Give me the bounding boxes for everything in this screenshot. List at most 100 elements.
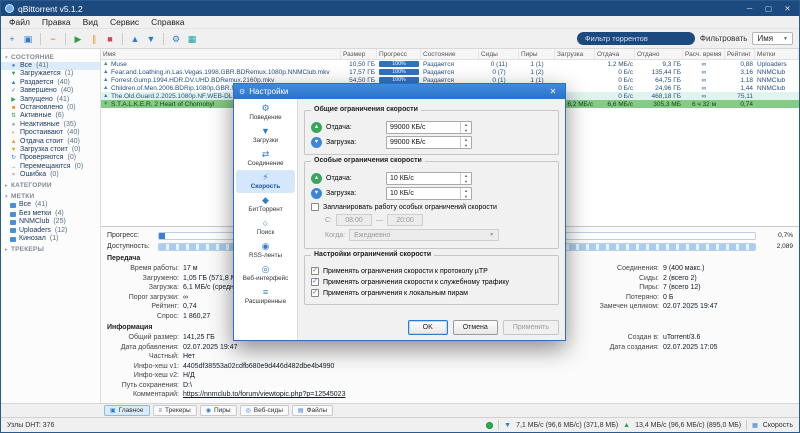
section-trackers[interactable]: ▸ТРЕКЕРЫ bbox=[1, 243, 100, 254]
alt-download-limit-spinbox[interactable]: 10 КБ/с▲▼ bbox=[386, 187, 472, 200]
alt-upload-limit-spinbox[interactable]: 10 КБ/с▲▼ bbox=[386, 172, 472, 185]
cancel-button[interactable]: Отмена bbox=[453, 320, 498, 335]
schedule-checkbox[interactable]: Запланировать работу особых ограничений … bbox=[311, 203, 552, 211]
ok-button[interactable]: OK bbox=[408, 320, 448, 335]
tag-filter-uploaders[interactable]: Uploaders(12) bbox=[1, 227, 100, 235]
maximize-button[interactable]: ▢ bbox=[761, 4, 776, 13]
column-header-size[interactable]: Размер bbox=[341, 49, 377, 59]
speed-button[interactable]: Скорость bbox=[763, 422, 793, 429]
column-header-seeds[interactable]: Сиды bbox=[479, 49, 519, 59]
tag-filter-nnmclub[interactable]: NNMClub(25) bbox=[1, 218, 100, 226]
section-categories[interactable]: ▸КАТЕГОРИИ bbox=[1, 179, 100, 190]
tab-files[interactable]: ▤Файлы bbox=[292, 405, 333, 416]
filter-column-select[interactable]: Имя▼ bbox=[752, 32, 793, 45]
column-header-peers[interactable]: Пиры bbox=[519, 49, 555, 59]
table-row[interactable]: ▲Muse 10,50 ГБ 100% Раздается 0 (11) 1 (… bbox=[101, 60, 799, 68]
nav-downloads[interactable]: ▼Загрузки bbox=[236, 124, 295, 147]
schedule-days-select[interactable]: Ежедневно▼ bbox=[349, 229, 499, 241]
nav-connection[interactable]: ⇄Соединение bbox=[236, 147, 295, 170]
tab-trackers[interactable]: ≡Трекеры bbox=[153, 405, 197, 416]
nav-advanced[interactable]: ≡Расширенные bbox=[236, 285, 295, 308]
upload-speed[interactable]: 13,4 МБ/с (96,6 МБ/с) (895,0 МБ) bbox=[635, 422, 741, 429]
menu-edit[interactable]: Правка bbox=[36, 17, 77, 27]
remove-torrent-icon[interactable]: − bbox=[46, 32, 60, 46]
tag-filter-all[interactable]: Все(41) bbox=[1, 201, 100, 209]
status-filter-stalled-uploading[interactable]: ▲Отдача стоит(40) bbox=[1, 138, 100, 146]
menu-tools[interactable]: Сервис bbox=[104, 17, 145, 27]
column-header-uploaded[interactable]: Отдано bbox=[635, 49, 683, 59]
nav-bittorrent[interactable]: ◆БитТоррент bbox=[236, 193, 295, 216]
seeding-icon: ▲ bbox=[103, 61, 109, 67]
column-header-progress[interactable]: Прогресс bbox=[377, 49, 421, 59]
connection-status-icon[interactable] bbox=[486, 422, 493, 429]
section-tags[interactable]: ▾МЕТКИ bbox=[1, 190, 100, 201]
download-speed[interactable]: 7,1 МБ/с (96,6 МБ/с) (371,8 МБ) bbox=[516, 422, 618, 429]
status-filter-moving[interactable]: →Перемещаются(0) bbox=[1, 163, 100, 171]
tab-webseeds[interactable]: ◎Веб-сиды bbox=[240, 405, 289, 416]
stop-icon[interactable]: ■ bbox=[103, 32, 117, 46]
status-filter-stalled-downloading[interactable]: ▼Загрузка стоит(0) bbox=[1, 146, 100, 154]
column-header-ul-speed[interactable]: Отдача bbox=[595, 49, 635, 59]
nav-rss[interactable]: ◉RSS-ленты bbox=[236, 239, 295, 262]
queue-up-icon[interactable]: ▲ bbox=[128, 32, 142, 46]
column-header-state[interactable]: Состояние bbox=[421, 49, 479, 59]
spinner-arrows-icon[interactable]: ▲▼ bbox=[460, 122, 471, 133]
nav-webui[interactable]: ◎Веб-интерфейс bbox=[236, 262, 295, 285]
queue-down-icon[interactable]: ▼ bbox=[144, 32, 158, 46]
status-filter-completed[interactable]: ✓Завершено(40) bbox=[1, 87, 100, 95]
nav-behavior[interactable]: ⚙Поведение bbox=[236, 101, 295, 124]
global-upload-limit-spinbox[interactable]: 99000 КБ/с▲▼ bbox=[386, 121, 472, 134]
column-header-ratio[interactable]: Рейтинг bbox=[725, 49, 755, 59]
schedule-from-time[interactable]: 08:00 bbox=[336, 214, 372, 226]
status-filter-checking[interactable]: ↻Проверяются(0) bbox=[1, 154, 100, 162]
checkbox-checked-icon[interactable] bbox=[311, 278, 319, 286]
checkbox-checked-icon[interactable] bbox=[311, 267, 319, 275]
column-header-name[interactable]: Имя bbox=[101, 49, 341, 59]
status-filter-active[interactable]: ⇅Активные(6) bbox=[1, 112, 100, 120]
menu-view[interactable]: Вид bbox=[77, 17, 104, 27]
limit-local-peers-checkbox[interactable]: Применять ограничения к локальным пирам bbox=[311, 289, 552, 297]
close-button[interactable]: ✕ bbox=[780, 4, 795, 13]
menu-help[interactable]: Справка bbox=[145, 17, 190, 27]
spinner-arrows-icon[interactable]: ▲▼ bbox=[460, 173, 471, 184]
status-filter-errored[interactable]: ×Ошибка(0) bbox=[1, 171, 100, 179]
preferences-icon[interactable]: ⚙ bbox=[169, 32, 183, 46]
status-filter-inactive[interactable]: ●Неактивные(35) bbox=[1, 121, 100, 129]
comment-link[interactable]: https://nnmclub.to/forum/viewtopic.php?p… bbox=[183, 390, 345, 400]
resume-icon[interactable]: ▶ bbox=[71, 32, 85, 46]
checkbox-unchecked-icon[interactable] bbox=[311, 203, 319, 211]
statistics-icon[interactable]: ▦ bbox=[185, 32, 199, 46]
column-header-dl-speed[interactable]: Загрузка bbox=[555, 49, 595, 59]
global-download-limit-spinbox[interactable]: 99000 КБ/с▲▼ bbox=[386, 136, 472, 149]
pause-icon[interactable]: ∥ bbox=[87, 32, 101, 46]
tag-filter-untagged[interactable]: Без метки(4) bbox=[1, 210, 100, 218]
nav-speed[interactable]: ⚡Скорость bbox=[236, 170, 295, 193]
status-filter-all[interactable]: ●Все(41) bbox=[1, 62, 100, 70]
column-header-eta[interactable]: Расч. время bbox=[683, 49, 725, 59]
add-torrent-link-icon[interactable]: + bbox=[5, 32, 19, 46]
status-filter-downloading[interactable]: ▼Загружается(1) bbox=[1, 70, 100, 78]
section-status[interactable]: ▾СОСТОЯНИЕ bbox=[1, 51, 100, 62]
schedule-to-time[interactable]: 20:00 bbox=[387, 214, 423, 226]
status-filter-stalled[interactable]: ◐Простаивают(40) bbox=[1, 129, 100, 137]
nav-search[interactable]: ○Поиск bbox=[236, 216, 295, 239]
limit-overhead-checkbox[interactable]: Применять ограничения скорости к служебн… bbox=[311, 278, 552, 286]
column-header-tags[interactable]: Метки bbox=[755, 49, 799, 59]
tab-peers[interactable]: ◉Пиры bbox=[200, 405, 237, 416]
torrent-filter-input[interactable] bbox=[577, 32, 695, 45]
spinner-arrows-icon[interactable]: ▲▼ bbox=[460, 137, 471, 148]
add-torrent-file-icon[interactable]: ▣ bbox=[21, 32, 35, 46]
table-row[interactable]: ▲Fear.and.Loathing.in.Las.Vegas.1998.GBR… bbox=[101, 68, 799, 76]
apply-button[interactable]: Применить bbox=[503, 320, 559, 335]
tag-filter-kinozal[interactable]: Кинозал(1) bbox=[1, 235, 100, 243]
checkbox-checked-icon[interactable] bbox=[311, 289, 319, 297]
status-filter-running[interactable]: ▶Запущено(41) bbox=[1, 96, 100, 104]
dialog-close-icon[interactable]: ✕ bbox=[546, 87, 560, 96]
status-filter-seeding[interactable]: ▲Раздается(40) bbox=[1, 79, 100, 87]
menu-file[interactable]: Файл bbox=[3, 17, 36, 27]
spinner-arrows-icon[interactable]: ▲▼ bbox=[460, 188, 471, 199]
status-filter-stopped[interactable]: ■Остановлено(0) bbox=[1, 104, 100, 112]
minimize-button[interactable]: ─ bbox=[742, 4, 757, 13]
limit-utp-checkbox[interactable]: Применять ограничения скорости к протоко… bbox=[311, 267, 552, 275]
tab-general[interactable]: ▣Главное bbox=[104, 405, 150, 416]
